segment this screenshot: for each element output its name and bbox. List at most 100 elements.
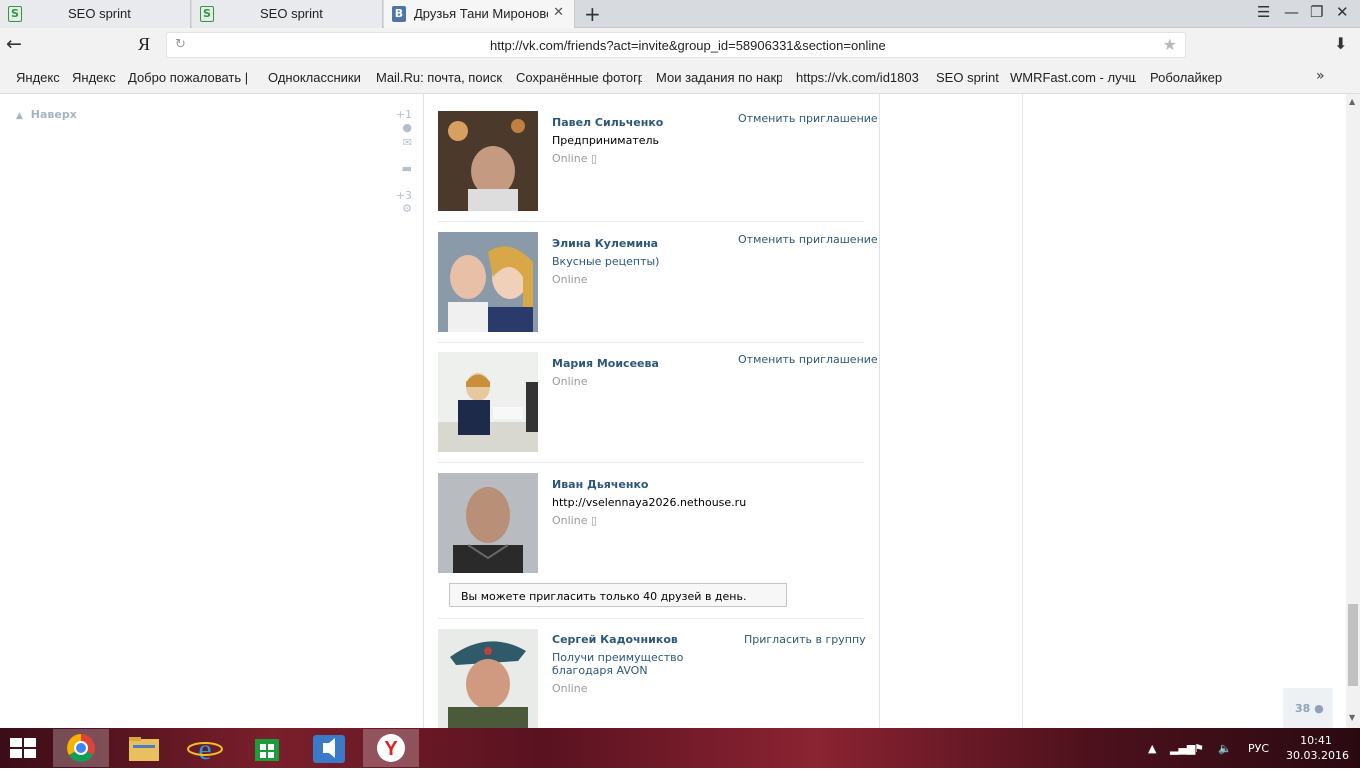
online-friends-counter[interactable]: 38 ● xyxy=(1283,688,1333,728)
bookmark-item[interactable]: Одноклассники xyxy=(268,70,361,85)
friend-name[interactable]: Иван Дьяченко xyxy=(552,478,648,491)
bookmarks-bar: Яндекс Яндекс Добро пожаловать | Однокла… xyxy=(0,62,1360,94)
close-tab-icon[interactable]: ✕ xyxy=(553,5,564,20)
scrollbar-thumb[interactable] xyxy=(1348,604,1358,686)
seo-sprint-favicon-icon: S xyxy=(200,6,214,22)
yandex-browser-icon[interactable]: Y xyxy=(363,729,419,767)
friend-name[interactable]: Павел Сильченко xyxy=(552,116,663,129)
tab-bar: S SEO sprint S SEO sprint B Друзья Тани … xyxy=(0,0,1360,28)
settings-count: +3 xyxy=(395,189,412,202)
tab-title: Друзья Тани Мироновой xyxy=(414,6,548,21)
bookmark-item[interactable]: Сохранённые фотогр xyxy=(516,70,642,85)
clock-time: 10:41 xyxy=(1300,734,1332,747)
bookmark-item[interactable]: Добро пожаловать | xyxy=(128,70,254,85)
bookmark-item[interactable]: SEO sprint xyxy=(936,70,999,85)
settings-indicator[interactable]: +3 ⚙ xyxy=(384,189,412,215)
online-status: Online xyxy=(552,273,588,286)
online-status: Online xyxy=(552,682,588,695)
comment-icon[interactable]: ▬ xyxy=(398,162,412,175)
bookmark-item[interactable]: Яндекс xyxy=(72,70,116,85)
svg-text:e: e xyxy=(198,733,211,766)
svg-text:Y: Y xyxy=(384,738,398,760)
windows-start-icon[interactable] xyxy=(10,738,38,760)
action-center-flag-icon[interactable]: ⚑ xyxy=(1194,742,1204,755)
friend-status[interactable]: Вкусные рецепты) xyxy=(552,255,732,268)
friend-name[interactable]: Мария Моисеева xyxy=(552,357,659,370)
taskbar: e Y ▲ ▂▄▆ ⚑ 🔈 РУС 10:41 30.03.2016 xyxy=(0,728,1360,768)
bookmark-item[interactable]: Мои задания по накр xyxy=(656,70,782,85)
bookmark-star-icon[interactable]: ★ xyxy=(1163,35,1177,54)
bookmark-item[interactable]: Mail.Ru: почта, поиск xyxy=(376,70,502,85)
seo-sprint-favicon-icon: S xyxy=(8,6,22,22)
avatar[interactable] xyxy=(438,111,538,211)
person-icon: ● xyxy=(402,121,412,134)
bookmark-item[interactable]: Яндекс xyxy=(16,70,60,85)
address-bar: ← Я ↻ http://vk.com/friends?act=invite&g… xyxy=(0,28,1360,62)
list-item: Сергей Кадочников Получи преимущество бл… xyxy=(438,619,866,728)
cancel-invite-button[interactable]: Отменить приглашение xyxy=(738,353,878,366)
scroll-to-top-label: Наверх xyxy=(30,108,77,121)
avatar[interactable] xyxy=(438,232,538,332)
online-count: 38 xyxy=(1295,702,1311,715)
list-item: Мария Моисеева Online Отменить приглашен… xyxy=(438,343,878,463)
clock[interactable]: 10:41 30.03.2016 xyxy=(1286,733,1349,763)
bookmark-item[interactable]: WMRFast.com - лучш xyxy=(1010,70,1136,85)
friend-status[interactable]: Получи преимущество благодаря AVON xyxy=(552,651,732,677)
file-explorer-icon[interactable] xyxy=(115,729,171,767)
bookmarks-more-button[interactable]: » xyxy=(1316,68,1325,84)
gear-icon: ⚙ xyxy=(402,202,412,215)
friend-name[interactable]: Элина Кулемина xyxy=(552,237,658,250)
arrow-up-icon: ▲ xyxy=(16,111,23,121)
list-item: Павел Сильченко Предприниматель Online ▯… xyxy=(438,94,878,222)
bookmark-item[interactable]: Роболайкер xyxy=(1150,70,1222,85)
internet-explorer-icon[interactable]: e xyxy=(177,729,233,767)
tab-seo-sprint-1[interactable]: S SEO sprint xyxy=(0,0,191,28)
mail-icon[interactable]: ✉ xyxy=(398,136,412,149)
avatar[interactable] xyxy=(438,352,538,452)
invite-to-group-button[interactable]: Пригласить в группу xyxy=(744,633,866,646)
friends-requests-indicator[interactable]: +1 ● xyxy=(384,108,412,134)
online-status: Online xyxy=(552,375,588,388)
yandex-logo[interactable]: Я xyxy=(138,34,150,55)
new-tab-button[interactable]: + xyxy=(584,2,601,26)
media-player-icon[interactable] xyxy=(301,729,357,767)
language-indicator[interactable]: РУС xyxy=(1248,742,1269,755)
scroll-to-top-link[interactable]: ▲ Наверх xyxy=(16,108,77,121)
network-signal-icon[interactable]: ▂▄▆ xyxy=(1170,742,1195,755)
close-window-icon[interactable]: ✕ xyxy=(1336,3,1349,21)
restore-icon[interactable]: ❐ xyxy=(1310,3,1323,21)
volume-icon[interactable]: 🔈 xyxy=(1218,742,1232,755)
list-item: Элина Кулемина Вкусные рецепты) Online О… xyxy=(438,222,878,343)
scroll-up-arrow-icon[interactable]: ▲ xyxy=(1349,97,1355,106)
friend-name[interactable]: Сергей Кадочников xyxy=(552,633,678,646)
avatar[interactable] xyxy=(438,473,538,573)
divider xyxy=(1022,94,1023,728)
url-text[interactable]: http://vk.com/friends?act=invite&group_i… xyxy=(490,38,886,53)
friends-count: +1 xyxy=(395,108,412,121)
cancel-invite-button[interactable]: Отменить приглашение xyxy=(738,112,878,125)
person-icon: ● xyxy=(1314,702,1324,715)
friend-status: http://vselennaya2026.nethouse.ru xyxy=(552,496,747,509)
friends-list: Павел Сильченко Предприниматель Online ▯… xyxy=(423,94,880,728)
download-icon[interactable]: ⬇ xyxy=(1334,34,1347,53)
online-status: Online ▯ xyxy=(552,152,598,165)
minimize-icon[interactable]: — xyxy=(1284,3,1299,21)
scroll-down-arrow-icon[interactable]: ▼ xyxy=(1349,713,1355,722)
tab-title: SEO sprint xyxy=(68,6,131,21)
cancel-invite-button[interactable]: Отменить приглашение xyxy=(738,233,878,246)
url-field[interactable]: ↻ http://vk.com/friends?act=invite&group… xyxy=(166,32,1186,58)
tab-title: SEO sprint xyxy=(260,6,323,21)
store-icon[interactable] xyxy=(239,729,295,767)
tab-seo-sprint-2[interactable]: S SEO sprint xyxy=(192,0,383,28)
chrome-taskbar-icon[interactable] xyxy=(53,729,109,767)
avatar[interactable] xyxy=(438,629,538,728)
scrollbar[interactable]: ▲ ▼ xyxy=(1346,94,1360,728)
menu-icon[interactable]: ☰ xyxy=(1257,3,1270,21)
back-arrow-icon[interactable]: ← xyxy=(6,33,22,55)
vk-favicon-icon: B xyxy=(392,6,406,22)
tab-vk-friends[interactable]: B Друзья Тани Мироновой ✕ xyxy=(384,0,575,28)
show-hidden-icons-arrow-icon[interactable]: ▲ xyxy=(1148,742,1156,755)
invite-limit-notice: Вы можете пригласить только 40 друзей в … xyxy=(449,583,787,607)
bookmark-item[interactable]: https://vk.com/id1803 xyxy=(796,70,922,85)
reload-icon[interactable]: ↻ xyxy=(175,37,186,52)
